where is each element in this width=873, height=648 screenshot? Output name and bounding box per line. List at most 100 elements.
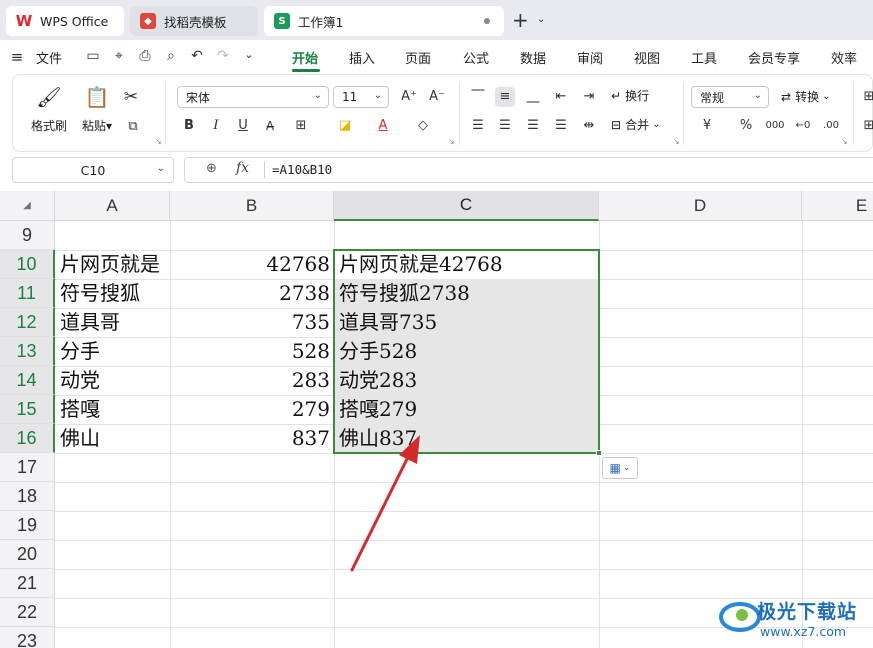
menu-review[interactable]: 审阅 — [577, 48, 603, 67]
indent-increase-icon[interactable]: ⇥ — [579, 87, 599, 107]
merge-button[interactable]: ⊟ 合并 ⌄ — [611, 116, 660, 133]
bold-icon[interactable]: B — [179, 116, 199, 136]
distribute-icon[interactable]: ⇹ — [579, 116, 599, 136]
menu-insert[interactable]: 插入 — [349, 48, 375, 67]
number-format-select[interactable]: 常规 ⌄ — [691, 86, 769, 108]
menu-file[interactable]: 文件 — [36, 48, 62, 67]
fill-handle[interactable] — [596, 450, 602, 456]
row-header[interactable]: 19 — [0, 511, 55, 540]
column-header-d[interactable]: D — [599, 191, 802, 221]
cell-b[interactable]: 283 — [170, 366, 334, 395]
redo-icon[interactable]: ↷ — [214, 48, 232, 64]
row-header[interactable]: 12 — [0, 308, 55, 337]
cell-b[interactable]: 837 — [170, 424, 334, 453]
expand-group-icon[interactable]: ↘ — [448, 137, 455, 146]
cell-a[interactable]: 分手 — [55, 337, 170, 366]
row-header[interactable]: 13 — [0, 337, 55, 366]
strikethrough-icon[interactable]: A̶ — [260, 116, 280, 136]
align-bottom-icon[interactable]: ⎽ — [523, 87, 543, 107]
justify-icon[interactable]: ☰ — [551, 116, 571, 136]
tab-workbook[interactable]: S 工作簿1 — [264, 6, 504, 36]
eraser-icon[interactable]: ◇ — [413, 116, 433, 136]
row-header[interactable]: 10 — [0, 250, 55, 279]
row-header[interactable]: 20 — [0, 540, 55, 569]
cell-a[interactable]: 片网页就是 — [55, 250, 170, 279]
menu-member[interactable]: 会员专享 — [748, 48, 800, 67]
font-size-select[interactable]: 11 ⌄ — [333, 86, 389, 108]
align-left-icon[interactable]: ☰ — [468, 116, 488, 136]
share-icon[interactable]: ⌖ — [110, 48, 128, 64]
cell-a[interactable]: 动党 — [55, 366, 170, 395]
row-header[interactable]: 15 — [0, 395, 55, 424]
cell-a[interactable]: 佛山 — [55, 424, 170, 453]
new-tab-icon[interactable]: + — [512, 10, 529, 30]
menu-formula[interactable]: 公式 — [463, 48, 489, 67]
paste-button[interactable]: 📋 粘贴▾ — [77, 85, 117, 134]
currency-button[interactable]: ¥ — [697, 116, 717, 136]
zoom-icon[interactable]: ⊕ — [206, 161, 217, 176]
table-style-icon[interactable]: ⊞ — [859, 87, 873, 107]
cell-b[interactable]: 735 — [170, 308, 334, 337]
row-header[interactable]: 22 — [0, 598, 55, 627]
decrease-decimal-icon[interactable]: .00 — [821, 116, 841, 136]
menu-view[interactable]: 视图 — [634, 48, 660, 67]
row-header[interactable]: 16 — [0, 424, 55, 453]
cell-a[interactable]: 符号搜狐 — [55, 279, 170, 308]
font-name-select[interactable]: 宋体 ⌄ — [177, 86, 329, 108]
cell-a[interactable]: 道具哥 — [55, 308, 170, 337]
cell-b[interactable]: 528 — [170, 337, 334, 366]
thousands-separator-icon[interactable]: 000 — [765, 116, 785, 136]
select-all-corner[interactable]: ◢ — [0, 191, 55, 221]
tab-wps-office[interactable]: W WPS Office — [6, 6, 124, 36]
border-icon[interactable]: ⊞ — [291, 116, 311, 136]
menu-home[interactable]: 开始 — [292, 48, 318, 67]
menu-page[interactable]: 页面 — [405, 48, 431, 67]
row-header[interactable]: 11 — [0, 279, 55, 308]
column-header-b[interactable]: B — [170, 191, 334, 221]
tab-templates[interactable]: ◆ 找稻壳模板 — [130, 6, 258, 36]
row-header[interactable]: 23 — [0, 627, 55, 648]
percent-button[interactable]: % — [736, 116, 756, 136]
decrease-font-icon[interactable]: A⁻ — [427, 87, 447, 107]
convert-button[interactable]: ⇄ 转换 ⌄ — [781, 88, 830, 105]
undo-icon[interactable]: ↶ — [188, 48, 206, 64]
align-middle-icon[interactable]: ≡ — [495, 87, 515, 107]
align-right-icon[interactable]: ☰ — [523, 116, 543, 136]
print-icon[interactable]: ⎙ — [136, 48, 154, 64]
row-header[interactable]: 9 — [0, 221, 55, 250]
align-top-icon[interactable]: ⎺ — [468, 87, 488, 107]
cell-a[interactable]: 搭嘎 — [55, 395, 170, 424]
expand-group-icon[interactable]: ↘ — [841, 137, 848, 146]
row-header[interactable]: 14 — [0, 366, 55, 395]
name-box[interactable]: C10 ⌄ — [12, 157, 174, 183]
expand-group-icon[interactable]: ↘ — [155, 137, 162, 146]
cell-b[interactable]: 2738 — [170, 279, 334, 308]
paste-options-button[interactable]: ▦ ⌄ — [602, 457, 638, 479]
row-header[interactable]: 21 — [0, 569, 55, 598]
format-painter-button[interactable]: 🖌 格式刷 — [27, 85, 71, 134]
increase-font-icon[interactable]: A⁺ — [399, 87, 419, 107]
indent-decrease-icon[interactable]: ⇤ — [551, 87, 571, 107]
column-header-a[interactable]: A — [55, 191, 170, 221]
menu-efficiency[interactable]: 效率 — [831, 48, 857, 67]
font-color-icon[interactable]: A — [373, 116, 393, 136]
cell-style-icon[interactable]: ⊞ — [859, 116, 873, 136]
underline-icon[interactable]: U — [233, 116, 253, 136]
column-header-c[interactable]: C — [334, 191, 599, 221]
hamburger-icon[interactable]: ≡ — [8, 48, 26, 66]
expand-group-icon[interactable]: ↘ — [673, 137, 680, 146]
save-icon[interactable]: ▭ — [84, 48, 102, 64]
chevron-down-icon[interactable]: ⌄ — [240, 48, 258, 61]
formula-input[interactable]: =A10&B10 — [272, 162, 332, 177]
cell-b[interactable]: 42768 — [170, 250, 334, 279]
wrap-text-button[interactable]: ↵ 换行 — [611, 87, 649, 104]
insert-function-button[interactable]: fx — [236, 160, 249, 176]
row-header[interactable]: 18 — [0, 482, 55, 511]
print-preview-icon[interactable]: ⌕ — [162, 48, 180, 64]
menu-tools[interactable]: 工具 — [691, 48, 717, 67]
cell-b[interactable]: 279 — [170, 395, 334, 424]
fill-color-icon[interactable]: ◪ — [335, 116, 355, 136]
increase-decimal-icon[interactable]: ←0 — [793, 116, 813, 136]
cut-icon[interactable]: ✂ — [121, 87, 141, 107]
chevron-down-icon[interactable]: ⌄ — [537, 14, 545, 25]
